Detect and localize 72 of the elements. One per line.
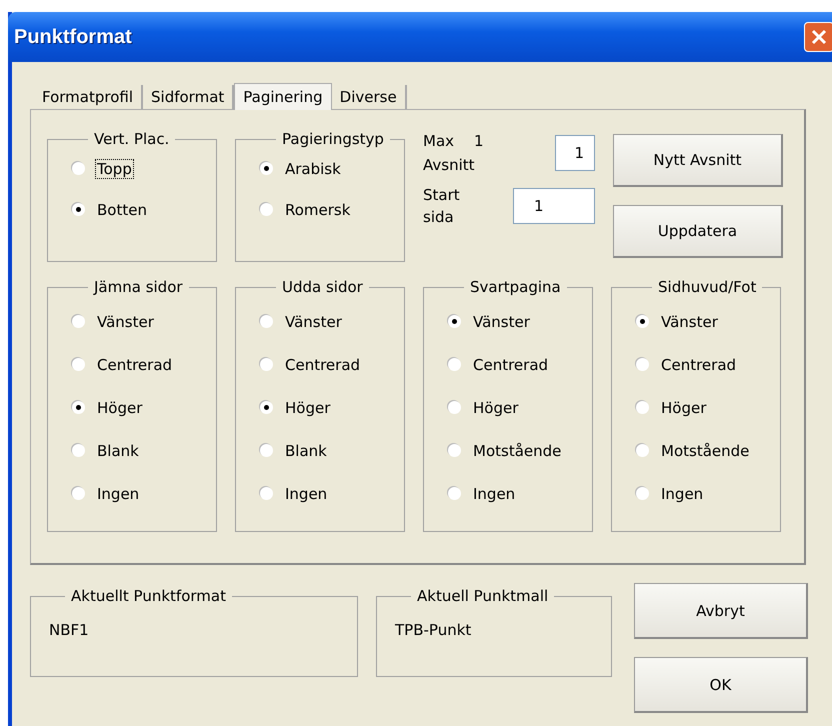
group-label: Aktuellt Punktformat xyxy=(70,587,227,605)
option-label: Centrerad xyxy=(284,354,362,374)
group-label: Svartpagina xyxy=(469,278,562,296)
option-label: Vänster xyxy=(472,312,531,332)
push-button[interactable]: Uppdatera xyxy=(613,205,783,258)
tab[interactable]: Paginering xyxy=(234,83,332,110)
radio-button[interactable] xyxy=(72,203,85,216)
push-button[interactable]: OK xyxy=(634,657,808,713)
option-label: Romersk xyxy=(284,200,352,220)
option-label: Höger xyxy=(660,398,708,418)
option-label: Centrerad xyxy=(660,354,738,374)
option-label: Arabisk xyxy=(284,158,342,178)
radio-button[interactable] xyxy=(260,444,273,457)
push-button[interactable]: Nytt Avsnitt xyxy=(613,134,783,187)
radio-button[interactable] xyxy=(448,444,461,457)
radio-button[interactable] xyxy=(636,444,649,457)
option-label: Höger xyxy=(472,398,520,418)
option-label: Centrerad xyxy=(472,354,550,374)
input-field[interactable]: 1 xyxy=(555,135,595,171)
radio-button[interactable] xyxy=(636,358,649,371)
field-label: Start sida xyxy=(423,185,461,228)
option-label: Centrerad xyxy=(96,354,174,374)
option-label: Topp xyxy=(95,158,134,178)
radio-button[interactable] xyxy=(260,401,273,414)
close-icon xyxy=(810,28,828,46)
radio-button[interactable] xyxy=(72,162,85,175)
radio-button[interactable] xyxy=(260,315,273,328)
radio-button[interactable] xyxy=(636,487,649,500)
option-label: Motstående xyxy=(660,440,750,460)
count-text: 1 xyxy=(474,132,484,150)
radio-button[interactable] xyxy=(260,358,273,371)
radio-button[interactable] xyxy=(260,162,273,175)
radio-button[interactable] xyxy=(72,444,85,457)
radio-button[interactable] xyxy=(448,401,461,414)
radio-button[interactable] xyxy=(636,401,649,414)
radio-button[interactable] xyxy=(448,487,461,500)
window-title: Punktformat xyxy=(14,26,132,48)
group-label: Pagieringstyp xyxy=(281,130,385,148)
group-label: Aktuell Punktmall xyxy=(416,587,550,605)
option-label: Vänster xyxy=(660,312,719,332)
field-label: Avsnitt xyxy=(423,156,476,174)
input-field[interactable]: 1 xyxy=(513,188,595,224)
radio-button[interactable] xyxy=(448,358,461,371)
radio-button[interactable] xyxy=(636,315,649,328)
radio-button[interactable] xyxy=(72,401,85,414)
radio-button[interactable] xyxy=(448,315,461,328)
close-button[interactable] xyxy=(804,22,832,52)
option-label: Blank xyxy=(96,440,140,460)
option-label: Ingen xyxy=(660,484,704,504)
value-text: NBF1 xyxy=(49,620,90,639)
group-label: Jämna sidor xyxy=(92,278,184,296)
option-label: Vänster xyxy=(284,312,343,332)
group-label: Sidhuvud/Fot xyxy=(657,278,758,296)
option-label: Höger xyxy=(284,398,332,418)
group-label: Udda sidor xyxy=(281,278,364,296)
option-label: Blank xyxy=(284,440,328,460)
group-label: Vert. Plac. xyxy=(93,130,170,148)
push-button[interactable]: Avbryt xyxy=(634,583,808,639)
value-text: TPB-Punkt xyxy=(395,620,472,639)
option-label: Motstående xyxy=(472,440,562,460)
option-label: Höger xyxy=(96,398,144,418)
field-label: Max xyxy=(423,132,454,150)
radio-button[interactable] xyxy=(260,487,273,500)
option-label: Ingen xyxy=(284,484,328,504)
option-label: Ingen xyxy=(472,484,516,504)
radio-button[interactable] xyxy=(72,358,85,371)
radio-button[interactable] xyxy=(72,487,85,500)
option-label: Ingen xyxy=(96,484,140,504)
radio-button[interactable] xyxy=(260,203,273,216)
option-label: Botten xyxy=(96,200,148,220)
radio-button[interactable] xyxy=(72,315,85,328)
option-label: Vänster xyxy=(96,312,155,332)
